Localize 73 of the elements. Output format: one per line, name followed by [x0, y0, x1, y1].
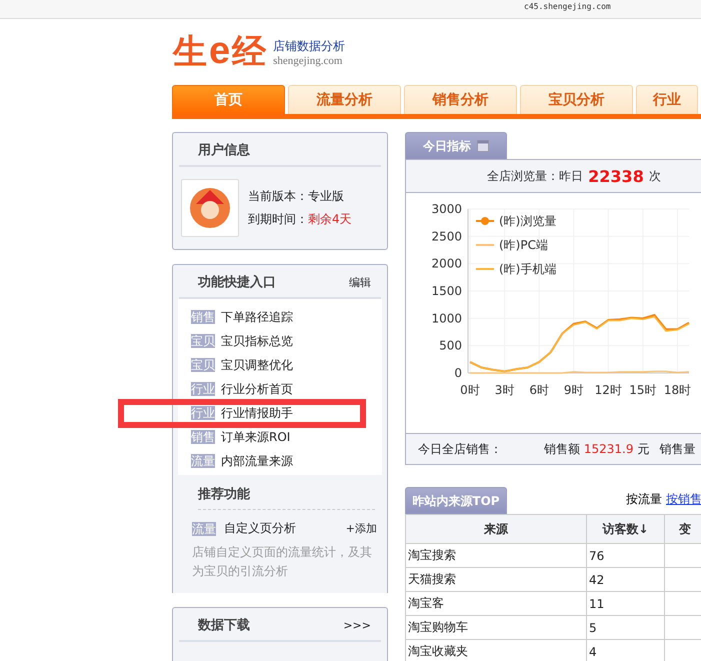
legend-line-icon [476, 244, 494, 246]
shortcut-link[interactable]: 订单来源ROI [221, 430, 290, 444]
legend-line-icon [476, 217, 494, 225]
feature-description: 店铺自定义页面的流量统计，及其为宝贝的引流分析 [192, 544, 373, 580]
more-link[interactable]: >>> [343, 618, 371, 632]
category-tag: 宝贝 [191, 358, 215, 372]
panel-title: 功能快捷入口 [198, 274, 276, 291]
pageview-value: 22338 [588, 166, 644, 186]
panel-title: 推荐功能 [198, 487, 250, 502]
shortcut-link[interactable]: 宝贝指标总览 [221, 334, 293, 348]
panel-title: 数据下载 [198, 617, 250, 634]
y-tick-label: 1000 [431, 311, 462, 326]
amount-text: 销售额 15231.9 元 [544, 440, 650, 458]
y-tick-label: 500 [439, 338, 462, 353]
legend-label: (昨)PC端 [499, 238, 548, 252]
category-tag: 行业 [191, 382, 215, 396]
x-tick-label: 18时 [664, 383, 692, 397]
table-cell: 淘宝收藏夹 [406, 640, 586, 661]
sales-label: 今日全店销售： [418, 440, 502, 458]
x-tick-label: 0时 [460, 383, 480, 397]
x-tick-label: 9时 [564, 383, 584, 397]
shortcut-link[interactable]: 宝贝调整优化 [221, 358, 293, 372]
url-text: c45.shengejing.com [524, 2, 611, 11]
sort-label: 按流量 [626, 491, 662, 508]
x-tick-label: 6时 [529, 383, 549, 397]
avatar [181, 179, 239, 237]
table-cell: 76 [586, 544, 664, 568]
table-cell: 11 [586, 592, 664, 616]
calendar-icon [477, 140, 489, 152]
feature-link[interactable]: 自定义页分析 [224, 520, 296, 537]
tagline: 店铺数据分析 [273, 38, 346, 54]
legend-line-icon [476, 268, 494, 270]
y-tick-label: 2000 [431, 256, 462, 271]
x-tick-label: 3时 [494, 383, 514, 397]
category-tag: 宝贝 [191, 334, 215, 348]
y-tick-label: 0 [454, 366, 462, 380]
panel-title: 用户信息 [198, 142, 250, 159]
shortcut-link[interactable]: 行业分析首页 [221, 382, 293, 396]
x-tick-label: 12时 [594, 383, 622, 397]
table-cell: 天猫搜索 [406, 568, 586, 592]
table-cell: 淘宝客 [406, 592, 586, 616]
column-header: 来源 [406, 514, 586, 544]
category-tag: 流量 [192, 522, 216, 536]
shortcut-link[interactable]: 行业情报助手 [221, 406, 293, 420]
add-link[interactable]: +添加 [346, 521, 377, 536]
category-tag: 销售 [191, 310, 215, 324]
sort-link[interactable]: 按销售 [666, 491, 701, 508]
y-tick-label: 3000 [431, 202, 462, 216]
category-tag: 流量 [191, 454, 215, 468]
shortcut-link[interactable]: 下单路径追踪 [221, 310, 293, 324]
logo: 生e经 [172, 29, 268, 74]
y-tick-label: 1500 [431, 284, 462, 298]
table-cell: 淘宝购物车 [406, 616, 586, 640]
table-cell: 淘宝搜索 [406, 544, 586, 568]
edit-link[interactable]: 编辑 [349, 274, 371, 290]
version-text: 当前版本：专业版 [248, 188, 345, 205]
expiry-text: 到期时间：剩余4天 [248, 211, 352, 228]
table-cell: 42 [586, 568, 664, 592]
x-tick-label: 15时 [629, 383, 657, 397]
shortcut-link[interactable]: 内部流量来源 [221, 454, 293, 468]
column-header: 访客数↓ [586, 514, 664, 544]
category-tag: 销售 [191, 430, 215, 444]
table-cell: 4 [586, 640, 664, 661]
quantity-label: 销售量 [659, 440, 696, 458]
legend-label: (昨)手机端 [499, 262, 556, 276]
y-tick-label: 2500 [431, 229, 462, 244]
table-cell: 5 [586, 616, 664, 640]
column-header: 变 [664, 514, 701, 544]
domain-text: shengejing.com [273, 54, 344, 66]
category-tag: 行业 [191, 406, 215, 420]
pageview-unit: 次 [648, 168, 661, 184]
pageview-label: 全店浏览量：昨日 [487, 168, 584, 184]
legend-label: (昨)浏览量 [499, 214, 556, 228]
